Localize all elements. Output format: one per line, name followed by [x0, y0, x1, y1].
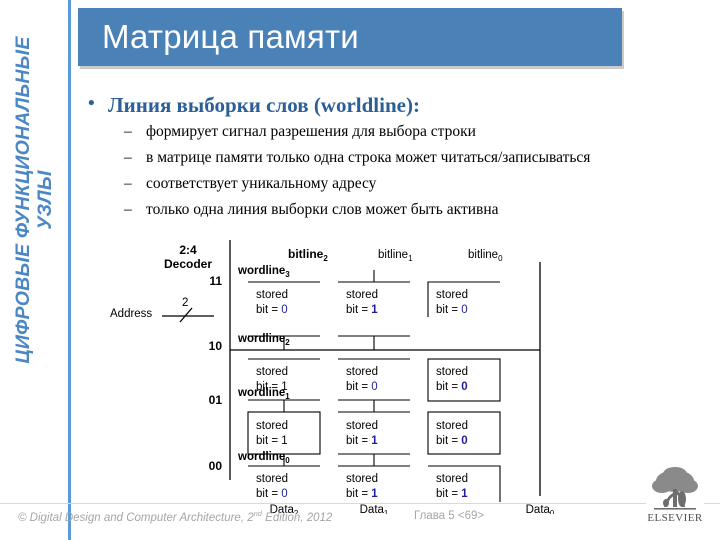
bullet-main: Линия выборки слов (worldline):	[84, 91, 684, 118]
side-band-rule	[68, 0, 71, 540]
footer-source-post: Edition, 2012	[261, 511, 333, 524]
cell-text: bit = 0	[436, 435, 468, 447]
cell-text: bit = 0	[436, 304, 468, 316]
cell-text: stored	[256, 420, 288, 432]
side-band-line-2: УЗЛЫ	[34, 170, 56, 230]
decoder-output-01: 01	[209, 393, 223, 407]
cell-text: bit = 0	[256, 304, 288, 316]
footer-copyright: © Digital Design and Computer Architectu…	[18, 509, 332, 524]
wordline-label-3: wordline3	[237, 265, 290, 279]
cell-text: bit = 1	[436, 488, 468, 500]
page-title: Матрица памяти	[102, 18, 359, 55]
cell-text: bit = 0	[256, 488, 288, 500]
bullet-list: Линия выборки слов (worldline): формируе…	[84, 91, 684, 222]
cell-text: stored	[436, 473, 468, 485]
data-label-0: Data0	[526, 504, 555, 514]
bullet-sub-1: формирует сигнал разрешения для выбора с…	[84, 120, 684, 144]
cell-box	[427, 411, 501, 455]
bitline-label-2: bitline2	[288, 247, 328, 263]
cell-text: stored	[436, 289, 468, 301]
cell-text: bit = 1	[256, 381, 288, 393]
memory-array-diagram: .dg-txt { font-family: "Liberation Sans"…	[96, 232, 636, 514]
decoder-output-10: 10	[209, 339, 223, 353]
address-bus-slash	[179, 307, 193, 323]
decoder-label-line-2: Decoder	[164, 257, 212, 271]
decoder-output-00: 00	[209, 459, 223, 473]
bullet-sub-3: соответствует уникальному адресу	[84, 172, 684, 196]
cell-text: bit = 0	[436, 381, 468, 393]
elsevier-wordmark: ELSEVIER	[647, 512, 702, 524]
cell-text: stored	[346, 473, 378, 485]
cell-box	[247, 411, 321, 455]
cell-text: stored	[346, 366, 378, 378]
cell-text: bit = 1	[346, 435, 378, 447]
cell-text: stored	[256, 366, 288, 378]
wordline-label-0: wordline0	[237, 451, 290, 465]
side-band: ЦИФРОВЫЕ ФУНКЦИОНАЛЬНЫЕ УЗЛЫ	[0, 0, 72, 540]
cell-text: stored	[256, 289, 288, 301]
cell-text: bit = 0	[346, 381, 378, 393]
side-band-text-wrapper: ЦИФРОВЫЕ ФУНКЦИОНАЛЬНЫЕ УЗЛЫ	[5, 0, 65, 415]
decoder-output-11: 11	[209, 274, 222, 288]
wordline-label-2: wordline2	[237, 333, 290, 347]
elsevier-logo: ELSEVIER	[646, 461, 704, 529]
cell-text: bit = 1	[256, 435, 288, 447]
side-band-title: ЦИФРОВЫЕ ФУНКЦИОНАЛЬНЫЕ УЗЛЫ	[12, 36, 57, 364]
address-label: Address	[110, 308, 152, 320]
footer-source-pre: Digital Design and Computer Architecture…	[26, 511, 254, 524]
slide-canvas: ЦИФРОВЫЕ ФУНКЦИОНАЛЬНЫЕ УЗЛЫ Матрица пам…	[0, 0, 720, 540]
cell-text: stored	[436, 420, 468, 432]
bullet-sub-2: в матрице памяти только одна строка може…	[84, 146, 684, 170]
footer-page-indicator: Глава 5 <69>	[414, 510, 485, 522]
address-bus-width: 2	[182, 297, 188, 309]
decoder-label-line-1: 2:4	[179, 243, 197, 257]
footer-divider	[0, 503, 720, 504]
cell-text: bit = 1	[346, 488, 378, 500]
bitline-label-0: bitline0	[468, 249, 503, 263]
cell-text: bit = 1	[346, 304, 378, 316]
side-band-line-1: ЦИФРОВЫЕ ФУНКЦИОНАЛЬНЫЕ	[12, 36, 35, 364]
cell-text: stored	[346, 289, 378, 301]
bitline-label-1: bitline1	[378, 249, 413, 263]
cell-text: stored	[256, 473, 288, 485]
footer-source-ordinal: nd	[253, 509, 262, 518]
bullet-sub-4: только одна линия выборки слов может быт…	[84, 198, 684, 222]
cell-text: stored	[346, 420, 378, 432]
cell-text: stored	[436, 366, 468, 378]
data-label-1: Data1	[360, 504, 389, 514]
title-banner: Матрица памяти	[78, 8, 622, 66]
